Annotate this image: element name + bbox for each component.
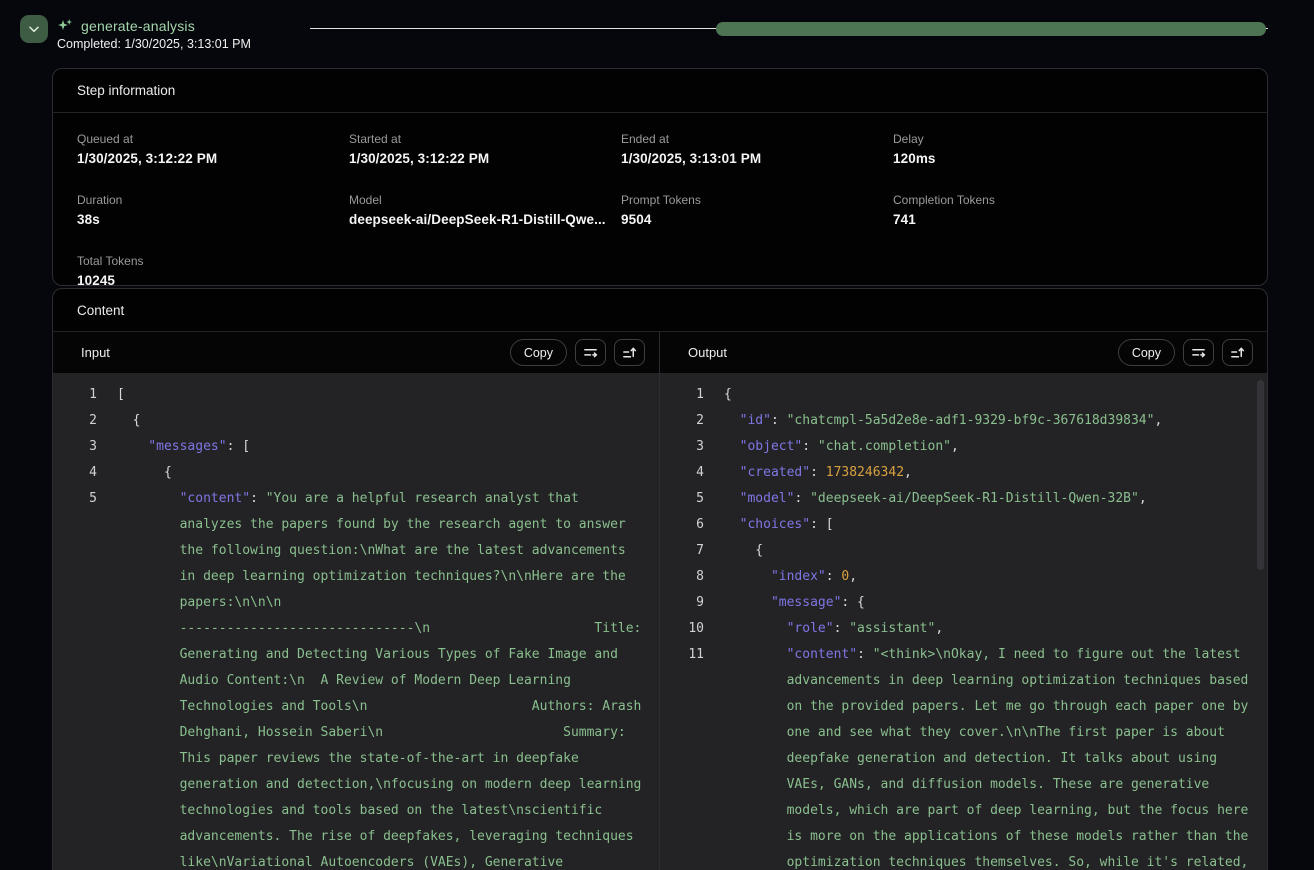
expand-up-icon bbox=[1230, 345, 1245, 360]
info-field-label: Started at bbox=[349, 132, 621, 146]
input-panel-header: Input Copy bbox=[53, 332, 659, 374]
code-line: 1[ bbox=[53, 382, 659, 408]
code-line: 7{ bbox=[660, 538, 1267, 564]
output-panel: Output Copy bbox=[660, 332, 1267, 870]
code-line: 3"messages": [ bbox=[53, 434, 659, 460]
line-number: 5 bbox=[660, 486, 704, 512]
output-wrap-text-button[interactable] bbox=[1183, 339, 1214, 366]
code-line: 9"message": { bbox=[660, 590, 1267, 616]
content-card: Content Input Copy bbox=[52, 288, 1268, 870]
code-line: 10"role": "assistant", bbox=[660, 616, 1267, 642]
input-expand-button[interactable] bbox=[614, 339, 645, 366]
info-field-label: Ended at bbox=[621, 132, 893, 146]
code-line: 4{ bbox=[53, 460, 659, 486]
input-panel-title: Input bbox=[81, 345, 110, 360]
output-panel-title: Output bbox=[688, 345, 727, 360]
info-field-value: 1/30/2025, 3:12:22 PM bbox=[77, 151, 349, 166]
info-field-label: Prompt Tokens bbox=[621, 193, 893, 207]
expand-up-icon bbox=[622, 345, 637, 360]
info-field: Prompt Tokens 9504 bbox=[621, 193, 893, 227]
line-number: 6 bbox=[660, 512, 704, 538]
info-field-label: Model bbox=[349, 193, 621, 207]
info-field-value: 741 bbox=[893, 212, 1165, 227]
content-title: Content bbox=[53, 289, 1267, 332]
line-number: 8 bbox=[660, 564, 704, 590]
code-line: 3"object": "chat.completion", bbox=[660, 434, 1267, 460]
line-number: 2 bbox=[53, 408, 97, 434]
wrap-text-icon bbox=[1191, 345, 1206, 360]
info-field-label: Completion Tokens bbox=[893, 193, 1165, 207]
line-number: 10 bbox=[660, 616, 704, 642]
line-number: 1 bbox=[53, 382, 97, 408]
info-field: Started at 1/30/2025, 3:12:22 PM bbox=[349, 132, 621, 166]
line-number: 4 bbox=[660, 460, 704, 486]
code-line: 5"content": "You are a helpful research … bbox=[53, 486, 659, 870]
line-number: 2 bbox=[660, 408, 704, 434]
step-info-grid: Queued at1/30/2025, 3:12:22 PMStarted at… bbox=[53, 113, 1267, 286]
info-field-label: Total Tokens bbox=[77, 254, 349, 268]
info-field-label: Duration bbox=[77, 193, 349, 207]
info-field: Completion Tokens 741 bbox=[893, 193, 1165, 227]
info-field-label: Queued at bbox=[77, 132, 349, 146]
info-field-value: 1/30/2025, 3:12:22 PM bbox=[349, 151, 621, 166]
step-name: generate-analysis bbox=[81, 18, 195, 34]
info-field-value: 38s bbox=[77, 212, 349, 227]
info-field: Total Tokens 10245 bbox=[77, 254, 349, 286]
info-field-value: 120ms bbox=[893, 151, 1165, 166]
line-number: 4 bbox=[53, 460, 97, 486]
line-number: 11 bbox=[660, 642, 704, 668]
output-code-viewer[interactable]: 1{2"id": "chatcmpl-5a5d2e8e-adf1-9329-bf… bbox=[660, 374, 1267, 870]
line-number: 5 bbox=[53, 486, 97, 512]
code-line: 2{ bbox=[53, 408, 659, 434]
code-line: 11"content": "<think>\nOkay, I need to f… bbox=[660, 642, 1267, 870]
info-field-label: Delay bbox=[893, 132, 1165, 146]
info-field: Duration 38s bbox=[77, 193, 349, 227]
line-number: 9 bbox=[660, 590, 704, 616]
input-code-viewer[interactable]: 1[2{3"messages": [4{5"content": "You are… bbox=[53, 374, 659, 870]
code-line: 8"index": 0, bbox=[660, 564, 1267, 590]
input-copy-button[interactable]: Copy bbox=[510, 339, 567, 366]
info-field-value: 10245 bbox=[77, 273, 349, 286]
code-line: 5"model": "deepseek-ai/DeepSeek-R1-Disti… bbox=[660, 486, 1267, 512]
line-number: 1 bbox=[660, 382, 704, 408]
sparkles-icon bbox=[57, 18, 73, 34]
info-field: Queued at 1/30/2025, 3:12:22 PM bbox=[77, 132, 349, 166]
output-expand-button[interactable] bbox=[1222, 339, 1253, 366]
step-header: generate-analysis Completed: 1/30/2025, … bbox=[0, 0, 1314, 58]
timeline-duration-bar[interactable] bbox=[716, 22, 1266, 36]
info-field-value: deepseek-ai/DeepSeek-R1-Distill-Qwe... bbox=[349, 212, 621, 227]
input-wrap-text-button[interactable] bbox=[575, 339, 606, 366]
code-line: 6"choices": [ bbox=[660, 512, 1267, 538]
output-panel-header: Output Copy bbox=[660, 332, 1267, 374]
code-line: 2"id": "chatcmpl-5a5d2e8e-adf1-9329-bf9c… bbox=[660, 408, 1267, 434]
line-number: 3 bbox=[53, 434, 97, 460]
input-panel: Input Copy bbox=[53, 332, 659, 870]
info-field-value: 1/30/2025, 3:13:01 PM bbox=[621, 151, 893, 166]
info-field: Delay 120ms bbox=[893, 132, 1165, 166]
step-information-title: Step information bbox=[53, 69, 1267, 113]
output-copy-button[interactable]: Copy bbox=[1118, 339, 1175, 366]
step-information-card: Step information Queued at1/30/2025, 3:1… bbox=[52, 68, 1268, 286]
info-field-value: 9504 bbox=[621, 212, 893, 227]
output-scrollbar[interactable] bbox=[1257, 380, 1264, 570]
wrap-text-icon bbox=[583, 345, 598, 360]
code-line: 4"created": 1738246342, bbox=[660, 460, 1267, 486]
info-field: Ended at 1/30/2025, 3:13:01 PM bbox=[621, 132, 893, 166]
code-line: 1{ bbox=[660, 382, 1267, 408]
step-completed-timestamp: Completed: 1/30/2025, 3:13:01 PM bbox=[57, 37, 251, 51]
collapse-step-button[interactable] bbox=[20, 15, 48, 43]
line-number: 3 bbox=[660, 434, 704, 460]
info-field: Model deepseek-ai/DeepSeek-R1-Distill-Qwe… bbox=[349, 193, 621, 227]
chevron-down-icon bbox=[27, 22, 41, 36]
line-number: 7 bbox=[660, 538, 704, 564]
